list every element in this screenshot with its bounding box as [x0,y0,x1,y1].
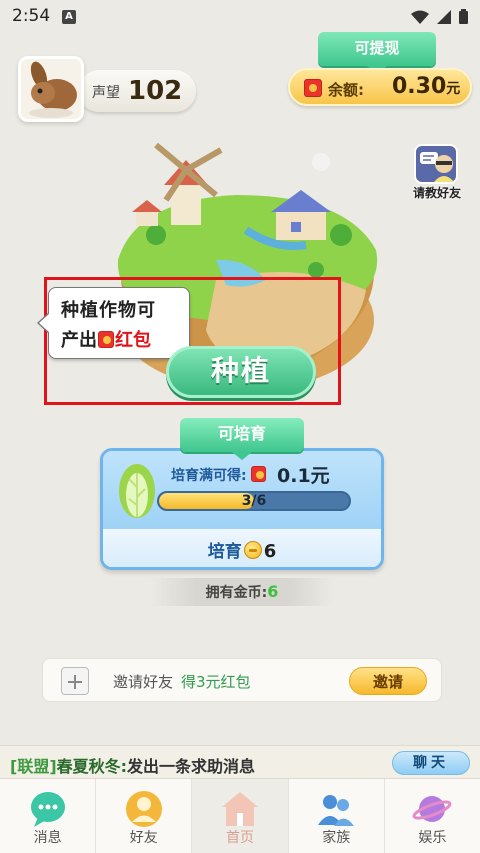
balance-label: 余额: [328,81,364,99]
nav-label-family: 家族 [322,830,351,846]
cultivate-cost: 6 [263,541,277,562]
signal-icon [437,9,451,24]
gold-value: 6 [267,582,279,601]
coin-icon [243,541,262,559]
tooltip-line1: 种植作物可 [61,300,156,321]
reputation-label: 声望 [92,85,120,101]
nav-label-messages: 消息 [33,830,62,846]
tooltip-prefix: 产出 [61,330,97,351]
system-icons [411,9,468,24]
cultivate-action: 培育 6 [207,537,277,562]
alliance-text: 发出一条求助消息 [127,757,256,776]
invite-reward: 得3元红包 [181,673,251,691]
alliance-tag: [联盟] [10,757,57,776]
red-packet-icon [250,466,266,482]
cultivate-card-top: 培育满可得: 0.1元 3/6 [103,451,381,529]
ask-friends-button[interactable]: 请教好友 [406,144,468,202]
friend-icon [125,791,162,827]
planet-icon [412,796,452,822]
nav-item-friends[interactable]: 好友 [96,779,193,853]
balance-pill[interactable]: 余额: 0.30元 [288,68,472,106]
chat-button[interactable]: 聊天 [392,751,470,775]
withdraw-button[interactable]: 可提现 [318,32,436,74]
plus-icon[interactable] [61,667,89,695]
balance-amount: 0.30 [392,74,447,99]
nav-item-home[interactable]: 首页 [192,779,289,853]
gold-balance: 拥有金币:6 [150,578,334,606]
avatar[interactable] [18,56,84,122]
balance-value: 0.30元 [392,74,460,99]
red-packet-icon [98,331,114,348]
home-icon [222,792,258,826]
balance-unit: 元 [446,81,461,97]
cultivate-progress-bar: 3/6 [157,491,351,511]
wifi-icon [411,10,429,24]
nav-item-family[interactable]: 家族 [289,779,385,853]
progress-text: 3/6 [241,493,267,509]
cultivate-button[interactable]: 培育 6 [103,529,381,567]
rabbit-avatar-icon [21,59,81,119]
cabbage-icon [119,464,155,518]
family-icon [318,795,355,826]
invite-button[interactable]: 邀请 [349,667,427,695]
tooltip-red-text: 红包 [115,330,151,351]
invite-bar: 邀请好友 得3元红包 邀请 [42,658,442,702]
plant-tooltip: 种植作物可 产出 红包 [37,287,190,359]
cultivate-reward-label: 培育满可得: [171,465,266,485]
bottom-nav: 消息 好友 首页 家族 娱乐 [0,779,480,853]
cultivate-card: 培育满可得: 0.1元 3/6 培育 6 [100,448,384,570]
nav-label-home: 首页 [226,830,254,846]
reputation-value: 102 [128,76,183,106]
invite-label: 邀请好友 [113,673,174,691]
chat-bubble-icon [30,792,65,827]
tooltip-line2: 产出 红包 [61,326,151,352]
nav-label-friends: 好友 [129,830,158,846]
ask-friends-label: 请教好友 [412,186,461,200]
red-packet-icon [304,79,322,97]
nav-item-entertainment[interactable]: 娱乐 [385,779,480,853]
gold-label: 拥有金币: [205,585,268,601]
status-bar: 2:54 A [0,0,480,34]
plant-button[interactable]: 种植 [166,346,316,398]
cultivate-action-label: 培育 [207,542,242,562]
reputation-pill: 声望 102 [78,70,196,112]
reward-label-text: 培育满可得: [171,468,247,484]
alliance-bar: [联盟]春夏秋冬:发出一条求助消息 聊天 [0,745,480,779]
alliance-name: 春夏秋冬: [56,757,128,776]
notification-icon: A [62,10,76,24]
ask-friends-icon [414,144,458,184]
nav-item-messages[interactable]: 消息 [0,779,97,853]
nav-label-entertainment: 娱乐 [418,830,447,846]
status-time: 2:54 [12,6,51,26]
alliance-message[interactable]: [联盟]春夏秋冬:发出一条求助消息 [10,753,255,777]
battery-icon [459,9,468,24]
cultivate-tab: 可培育 [180,418,304,460]
cultivate-reward-value: 0.1元 [277,465,330,487]
invite-text: 邀请好友 得3元红包 [113,671,251,692]
